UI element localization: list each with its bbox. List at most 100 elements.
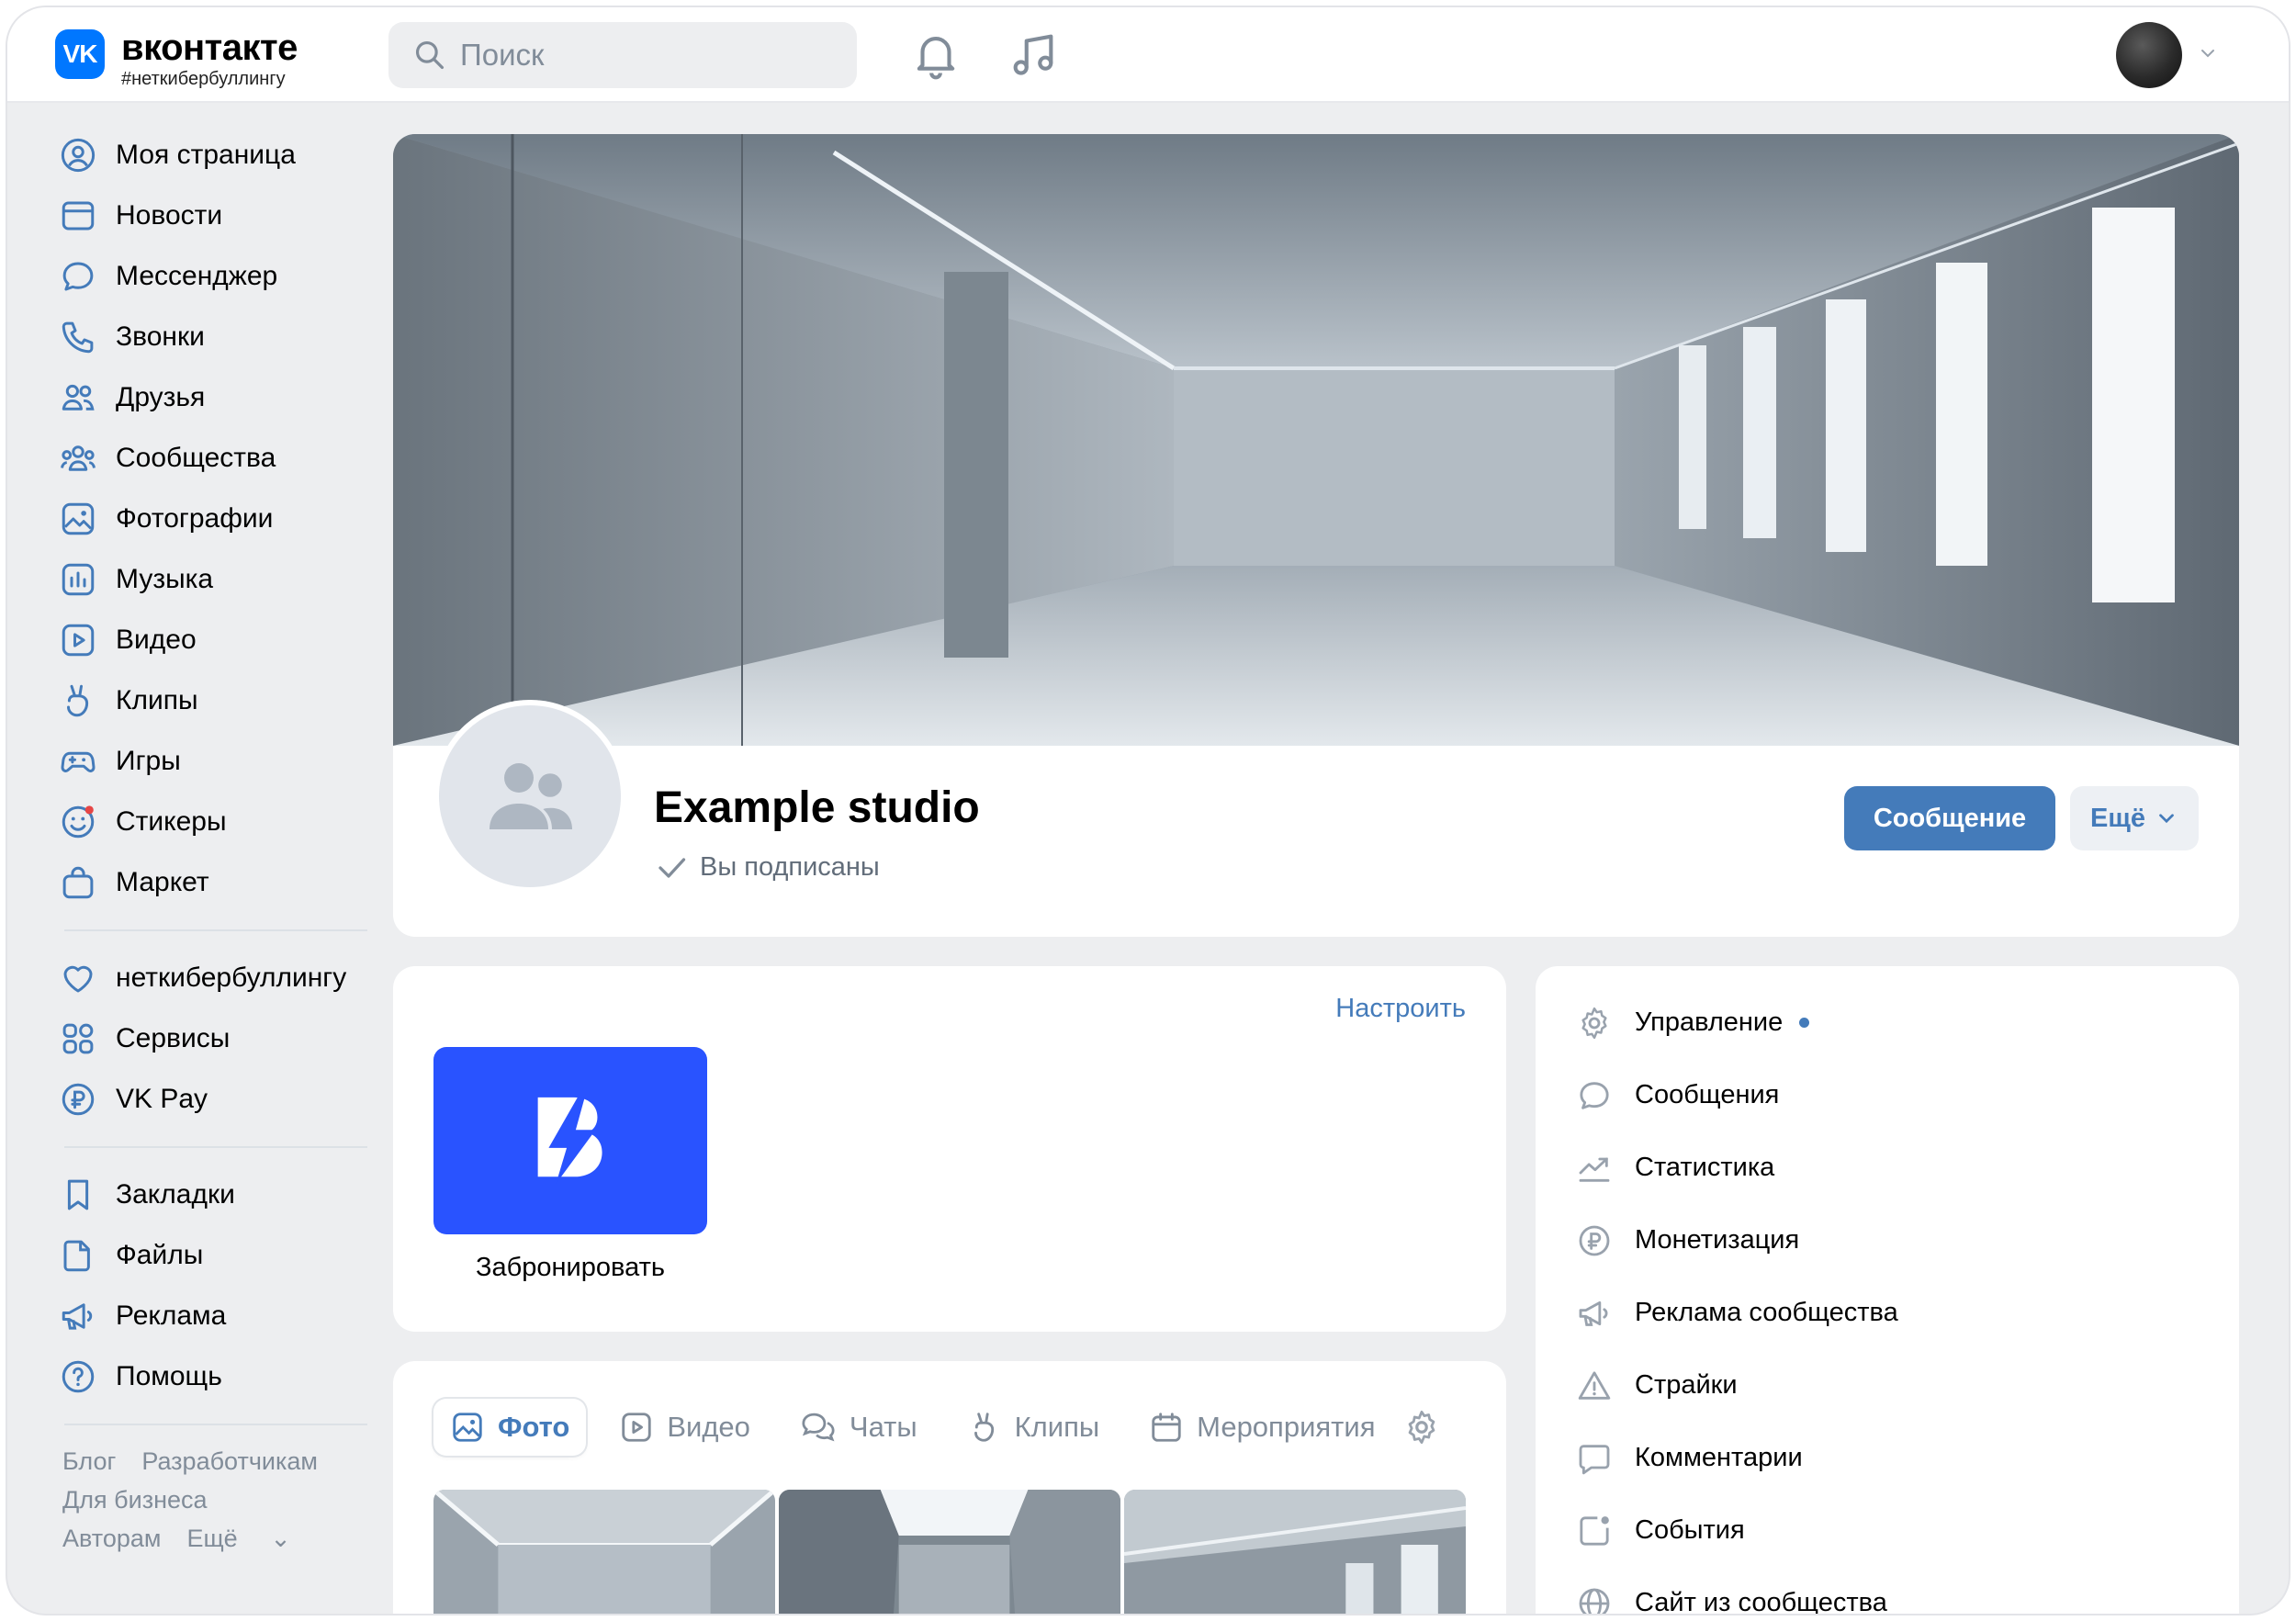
sticker-icon <box>62 805 95 839</box>
message-icon <box>1580 1081 1609 1109</box>
tab-clips[interactable]: Клипы <box>951 1399 1117 1456</box>
chart-icon <box>1579 1157 1610 1182</box>
message-button[interactable]: Сообщение <box>1844 786 2055 850</box>
sidebar-item-label: VK Pay <box>116 1084 208 1114</box>
sidebar-item-calls[interactable]: Звонки <box>59 307 371 367</box>
friends-icon <box>62 384 95 411</box>
app-window: VK вконтакте #неткибербуллингу Моя стран… <box>6 6 2290 1615</box>
group-placeholder-icon <box>490 763 572 829</box>
menu-item-community-ads[interactable]: Реклама сообщества <box>1536 1277 2239 1349</box>
clips-icon <box>974 1413 994 1442</box>
booking-app-tile[interactable] <box>433 1047 707 1234</box>
menu-item-management[interactable]: Управление <box>1536 986 2239 1059</box>
event-icon <box>1580 1515 1609 1546</box>
globe-icon <box>1579 1588 1610 1614</box>
footer-link-blog[interactable]: Блог <box>62 1447 116 1475</box>
avatar[interactable] <box>2116 22 2182 88</box>
tab-chats[interactable]: Чаты <box>783 1399 934 1456</box>
sidebar-item-files[interactable]: Файлы <box>59 1225 371 1286</box>
video-icon <box>62 624 95 657</box>
lightning-b-icon <box>537 1097 602 1185</box>
sidebar-item-label: Стикеры <box>116 806 227 837</box>
vk-logo[interactable]: VK вконтакте #неткибербуллингу <box>55 29 298 90</box>
gear-icon <box>1581 1007 1607 1039</box>
ruble-icon <box>1579 1225 1610 1255</box>
menu-item-website[interactable]: Сайт из сообщества <box>1536 1567 2239 1614</box>
footer-link-more[interactable]: Ещё ⌄ <box>186 1525 290 1552</box>
sidebar-item-news[interactable]: Новости <box>59 186 371 246</box>
footer-link-developers[interactable]: Разработчикам <box>141 1447 318 1475</box>
sidebar-item-music[interactable]: Музыка <box>59 549 371 610</box>
menu-item-events[interactable]: События <box>1536 1494 2239 1567</box>
sidebar-footer: Блог Разработчикам Для бизнеса Авторам Ещё… <box>59 1442 371 1558</box>
photo-thumbnail[interactable] <box>779 1490 1120 1614</box>
sidebar-item-hashtag[interactable]: неткибербуллингу <box>59 948 371 1008</box>
tab-video[interactable]: Видео <box>602 1399 767 1456</box>
clips-icon <box>67 684 89 717</box>
calendar-icon <box>1152 1413 1181 1442</box>
booking-app-label: Забронировать <box>476 1253 665 1282</box>
sidebar-item-video[interactable]: Видео <box>59 610 371 670</box>
bell-icon[interactable] <box>909 28 962 81</box>
bookmark-icon <box>67 1179 89 1210</box>
photo-icon <box>62 502 95 535</box>
user-circle-icon <box>61 138 96 173</box>
media-tabs: Фото Видео Чаты Клипы Мероприятия <box>433 1398 1466 1457</box>
search-icon <box>415 40 445 70</box>
ruble-icon <box>62 1083 95 1116</box>
top-header: VK вконтакте #неткибербуллингу <box>7 7 2289 103</box>
sidebar-item-label: Звонки <box>116 321 205 352</box>
cover-room-illustration <box>393 134 2239 746</box>
search-input[interactable] <box>460 38 827 73</box>
help-icon <box>62 1360 95 1393</box>
sidebar-divider <box>64 1424 367 1425</box>
chats-icon <box>802 1413 835 1442</box>
photo-thumbnail[interactable] <box>1124 1490 1466 1614</box>
sidebar-item-friends[interactable]: Друзья <box>59 367 371 428</box>
music-icon <box>62 563 95 596</box>
sidebar-item-label: Игры <box>116 746 181 776</box>
group-avatar[interactable] <box>433 700 626 893</box>
chevron-down-icon[interactable] <box>2197 42 2219 64</box>
megaphone-icon <box>1579 1300 1608 1326</box>
menu-item-comments[interactable]: Комментарии <box>1536 1422 2239 1494</box>
left-sidebar: Моя страница Новости Мессенджер Звонки Д… <box>59 125 371 1558</box>
sidebar-item-vk-pay[interactable]: VK Pay <box>59 1069 371 1130</box>
more-button[interactable]: Ещё <box>2070 786 2199 850</box>
sidebar-item-label: Сообщества <box>116 443 276 473</box>
tab-events[interactable]: Мероприятия <box>1132 1399 1388 1456</box>
sidebar-item-my-page[interactable]: Моя страница <box>59 125 371 186</box>
gamepad-icon <box>61 751 96 772</box>
sidebar-item-label: Сервисы <box>116 1023 231 1053</box>
sidebar-item-communities[interactable]: Сообщества <box>59 428 371 489</box>
photo-thumbnail[interactable] <box>433 1490 775 1614</box>
photo-strip <box>433 1490 1466 1614</box>
market-icon <box>62 866 94 899</box>
music-icon[interactable] <box>1007 28 1060 81</box>
logo-name: вконтакте <box>121 28 298 68</box>
admin-menu-card: Управление Сообщения Статистика Монетиза… <box>1536 966 2239 1614</box>
menu-item-statistics[interactable]: Статистика <box>1536 1131 2239 1204</box>
configure-link[interactable]: Настроить <box>1335 994 1466 1024</box>
menu-item-messages[interactable]: Сообщения <box>1536 1059 2239 1131</box>
menu-item-strikes[interactable]: Страйки <box>1536 1349 2239 1422</box>
sidebar-item-messenger[interactable]: Мессенджер <box>59 246 371 307</box>
sidebar-item-ads[interactable]: Реклама <box>59 1286 371 1346</box>
sidebar-item-help[interactable]: Помощь <box>59 1346 371 1407</box>
sidebar-item-stickers[interactable]: Стикеры <box>59 792 371 852</box>
tab-photo[interactable]: Фото <box>433 1399 587 1456</box>
sidebar-item-label: Друзья <box>116 382 206 412</box>
footer-link-authors[interactable]: Авторам <box>62 1525 161 1552</box>
sidebar-item-clips[interactable]: Клипы <box>59 670 371 731</box>
message-icon <box>62 262 94 291</box>
sidebar-item-photos[interactable]: Фотографии <box>59 489 371 549</box>
search-box[interactable] <box>388 22 857 88</box>
sidebar-item-games[interactable]: Игры <box>59 731 371 792</box>
sidebar-item-services[interactable]: Сервисы <box>59 1008 371 1069</box>
sidebar-item-bookmarks[interactable]: Закладки <box>59 1165 371 1225</box>
menu-item-monetization[interactable]: Монетизация <box>1536 1204 2239 1277</box>
subscription-status[interactable]: Вы подписаны <box>654 852 880 883</box>
footer-link-business[interactable]: Для бизнеса <box>62 1486 208 1514</box>
gear-icon[interactable] <box>1402 1408 1441 1447</box>
sidebar-item-market[interactable]: Маркет <box>59 852 371 913</box>
